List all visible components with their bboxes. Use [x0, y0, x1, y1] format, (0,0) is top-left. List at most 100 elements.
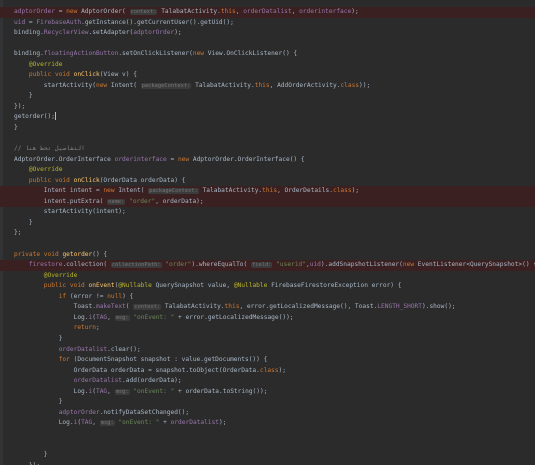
- code-token: + error.getLocalizedMessage());: [174, 313, 294, 321]
- code-token: );: [278, 366, 286, 374]
- code-line[interactable]: OrderData orderData = snapshot.toObject(…: [0, 366, 535, 377]
- parameter-hint: context:: [129, 9, 158, 15]
- code-token: FirebaseAuth: [36, 18, 82, 26]
- code-line[interactable]: });: [0, 461, 535, 465]
- code-editor[interactable]: adptorOrder = new AdptorOrder( context: …: [0, 0, 535, 465]
- code-area[interactable]: adptorOrder = new AdptorOrder( context: …: [0, 7, 535, 465]
- code-line[interactable]: };: [0, 228, 535, 239]
- code-token: public void: [14, 71, 74, 79]
- code-token: this: [220, 8, 236, 15]
- code-token: AdptorOrder(: [81, 8, 130, 15]
- code-line[interactable]: Log.i(TAG, msg: "onEvent: " + error.getL…: [0, 313, 535, 324]
- code-line[interactable]: }: [0, 397, 535, 408]
- code-line[interactable]: [0, 134, 535, 145]
- code-line[interactable]: Log.i(TAG, msg: "onEvent: " + orderDatal…: [0, 418, 535, 429]
- parameter-hint: field:: [250, 262, 273, 269]
- code-token: orderDatalist: [14, 345, 108, 353]
- code-line[interactable]: });: [0, 102, 535, 113]
- code-token: .notifyDataSetChanged();: [99, 408, 190, 416]
- code-token: .add(orderData);: [122, 377, 182, 385]
- code-token: OrderData orderData = snapshot.toObject(…: [14, 366, 260, 374]
- code-line[interactable]: adptorOrder.notifyDataSetChanged();: [0, 408, 535, 419]
- code-token: "userid": [272, 261, 306, 269]
- code-token: orderinterface: [114, 155, 167, 163]
- code-line[interactable]: public void onClick(View v) {: [0, 70, 535, 81]
- code-token: @Override: [14, 60, 63, 68]
- code-line[interactable]: uid = FirebaseAuth.getInstance().getCurr…: [0, 18, 535, 29]
- code-line[interactable]: for (DocumentSnapshot snapshot : value.g…: [0, 355, 535, 366]
- code-token: adptorOrder: [133, 29, 175, 37]
- code-token: =: [25, 18, 37, 26]
- code-line[interactable]: Toast.makeText( context: TalabatActivity…: [0, 302, 535, 313]
- code-token: new: [66, 8, 82, 15]
- code-token: "onEvent: ": [129, 313, 175, 321]
- code-token: , OrderDetails.: [277, 187, 333, 195]
- code-line[interactable]: intent.putExtra( name: "order", orderDat…: [0, 196, 535, 208]
- code-token: orderDatalist: [170, 419, 220, 427]
- code-line[interactable]: [0, 239, 535, 250]
- code-token: );: [351, 8, 359, 15]
- parameter-hint: msg:: [99, 420, 115, 427]
- code-token: orderDatalist: [14, 377, 123, 385]
- code-token: class: [340, 81, 360, 89]
- parameter-hint: packageContext:: [148, 188, 199, 195]
- code-line[interactable]: [0, 439, 535, 450]
- code-token: AdptorOrder.OrderInterface() {: [192, 155, 305, 163]
- code-token: Toast.: [14, 303, 96, 311]
- code-line[interactable]: binding.floatingActionButton.setOnClickL…: [0, 49, 535, 60]
- code-token: private void: [14, 250, 63, 258]
- code-line[interactable]: Log.i(TAG, msg: "onEvent: " + orderData.…: [0, 387, 535, 398]
- code-line[interactable]: @Override: [0, 165, 535, 176]
- parameter-hint: msg:: [114, 314, 130, 321]
- code-line[interactable]: @Override: [0, 271, 535, 282]
- code-token: .collection(: [62, 261, 111, 269]
- code-line[interactable]: AdptorOrder.OrderInterface orderinterfac…: [0, 155, 535, 166]
- code-token: orderDatalist: [243, 8, 292, 15]
- parameter-hint: packageContext:: [140, 82, 192, 89]
- code-token: binding.: [14, 29, 44, 37]
- code-token: intent.putExtra(: [14, 197, 108, 205]
- code-token: );: [219, 419, 227, 427]
- code-line[interactable]: orderDatalist.add(orderData);: [0, 376, 535, 387]
- code-token: });: [14, 462, 40, 465]
- code-token: );: [351, 187, 360, 195]
- code-token: , orderData);: [155, 197, 204, 205]
- code-line[interactable]: orderDatalist.clear();: [0, 345, 535, 356]
- code-line[interactable]: adptorOrder = new AdptorOrder( context: …: [0, 7, 535, 18]
- code-token: getorder();: [14, 113, 55, 121]
- code-token: @Nullable: [118, 282, 152, 290]
- code-line[interactable]: private void getorder() {: [0, 250, 535, 261]
- code-line[interactable]: @Override: [0, 60, 535, 71]
- code-line[interactable]: }: [0, 91, 535, 102]
- code-line[interactable]: }: [0, 450, 535, 461]
- code-line[interactable]: if (error != null) {: [0, 292, 535, 303]
- code-token: "order": [125, 197, 156, 205]
- code-line[interactable]: [0, 429, 535, 440]
- code-line[interactable]: getorder();: [0, 112, 535, 123]
- code-line[interactable]: return;: [0, 323, 535, 334]
- code-line[interactable]: startActivity(new Intent( packageContext…: [0, 81, 535, 92]
- code-line[interactable]: [0, 39, 535, 50]
- code-line[interactable]: firestore.collection( collectionPath: "o…: [0, 260, 535, 271]
- code-token: ;: [95, 324, 100, 332]
- code-line[interactable]: Intent intent = new Intent( packageConte…: [0, 186, 535, 197]
- code-line[interactable]: }: [0, 123, 535, 134]
- code-line[interactable]: }: [0, 218, 535, 229]
- code-line[interactable]: }: [0, 334, 535, 345]
- code-line[interactable]: public void onClick(OrderData orderData)…: [0, 176, 535, 187]
- code-line[interactable]: // التفاصيل تحط هنا: [0, 144, 535, 155]
- code-token: return: [14, 324, 96, 332]
- code-token: , error.getLocalizedMessage(), Toast.: [239, 303, 378, 311]
- code-token: (error !=: [69, 292, 108, 300]
- code-token: getorder: [62, 250, 93, 258]
- code-token: };: [14, 229, 22, 237]
- code-token: .setAdapter(: [88, 29, 134, 37]
- code-line[interactable]: public void onEvent(@Nullable QuerySnaps…: [0, 281, 535, 292]
- code-token: TAG: [81, 419, 93, 427]
- code-token: onEvent: [88, 282, 115, 290]
- code-line[interactable]: binding.RecyclerView.setAdapter(adptorOr…: [0, 28, 535, 39]
- code-token: (DocumentSnapshot snapshot : value.getDo…: [73, 356, 268, 364]
- code-token: (OrderData orderData) {: [99, 176, 186, 184]
- code-line[interactable]: startActivity(intent);: [0, 207, 535, 218]
- code-token: View.OnClickListener() {: [207, 50, 298, 58]
